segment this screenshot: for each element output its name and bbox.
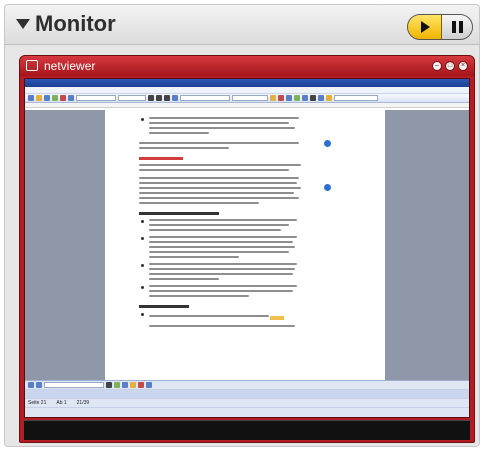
word-ruler — [25, 103, 469, 108]
netviewer-window: netviewer – □ × Seite 21 Ab 1 21/39 — [19, 55, 475, 443]
window-buttons: – □ × — [432, 61, 468, 71]
minimize-icon[interactable]: – — [432, 61, 442, 71]
pause-button[interactable] — [442, 15, 472, 39]
screen-icon — [26, 60, 38, 71]
info-icon[interactable] — [324, 184, 331, 191]
pause-icon — [452, 21, 456, 33]
viewer-titlebar[interactable]: netviewer – □ × — [20, 56, 474, 76]
maximize-icon[interactable]: □ — [445, 61, 455, 71]
word-menubar — [25, 87, 469, 94]
word-statusbar: Seite 21 Ab 1 21/39 — [25, 380, 469, 417]
play-button[interactable] — [408, 15, 442, 39]
remote-screen[interactable]: Seite 21 Ab 1 21/39 — [24, 78, 470, 418]
remote-taskbar — [24, 420, 470, 440]
monitor-panel: Monitor netviewer – □ × Seite 21 Ab 1 21… — [4, 4, 480, 447]
status-page: Seite 21 — [28, 400, 47, 406]
panel-title: Monitor — [35, 11, 116, 36]
app-name: netviewer — [44, 59, 96, 73]
pause-icon — [459, 21, 463, 33]
word-toolbar — [25, 94, 469, 103]
document-page — [105, 110, 385, 380]
close-icon[interactable]: × — [458, 61, 468, 71]
status-section: Ab 1 — [56, 400, 67, 406]
info-icon[interactable] — [324, 140, 331, 147]
play-icon — [421, 21, 430, 33]
document-area — [25, 110, 469, 380]
word-titlebar — [25, 79, 469, 87]
media-controls — [407, 14, 473, 40]
collapse-arrow-icon[interactable] — [16, 19, 30, 29]
panel-header: Monitor — [5, 5, 479, 45]
status-page-of: 21/39 — [76, 400, 90, 406]
